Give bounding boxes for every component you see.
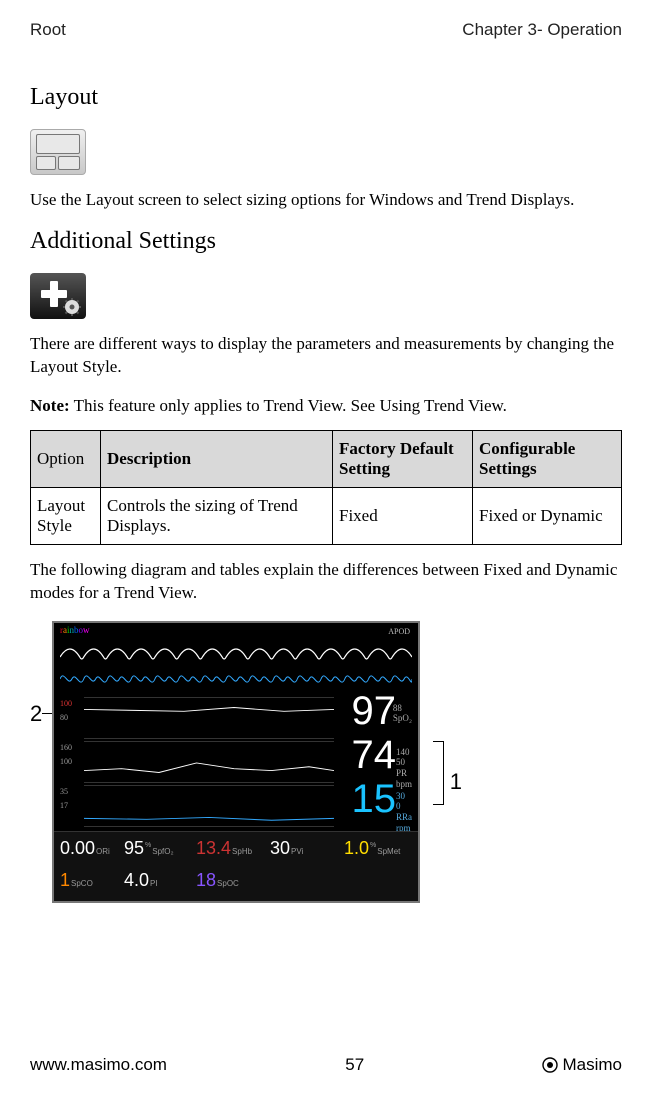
rra-value: 15 (340, 777, 396, 822)
mini-pvi: 30PVi (264, 832, 330, 902)
apod-label: APOD (388, 627, 410, 636)
hdr-left: Root (30, 20, 66, 40)
th-description: Description (101, 430, 333, 487)
mini-sphb-spoc: 13.4SpHb 18SpOC (190, 832, 256, 902)
section-title-layout: Layout (30, 84, 622, 111)
callout-1: 1 (450, 769, 462, 795)
page-header: Root Chapter 3- Operation (30, 20, 622, 40)
spo2-unit: 88SpO₂ (393, 703, 412, 725)
rainbow-logo: rainbow (60, 625, 90, 635)
masimo-logo-icon (542, 1057, 558, 1073)
callout-2: 2 (30, 701, 42, 727)
diagram-intro: The following diagram and tables explain… (30, 559, 622, 605)
note-line: Note: This feature only applies to Trend… (30, 395, 622, 418)
footer-brand: Masimo (542, 1055, 622, 1075)
footer-url: www.masimo.com (30, 1055, 167, 1075)
layout-icon (30, 129, 86, 175)
th-option: Option (31, 430, 101, 487)
table-header-row: Option Description Factory Default Setti… (31, 430, 622, 487)
table-row: Layout Style Controls the sizing of Tren… (31, 487, 622, 544)
pr-value: 74 (340, 733, 396, 778)
mini-spmet: 1.0%SpMet (338, 832, 410, 902)
td-default: Fixed (333, 487, 473, 544)
additional-description: There are different ways to display the … (30, 333, 622, 379)
trend-screenshot: rainbow APOD 10080 97 88SpO₂ 160100 74 1… (52, 621, 420, 903)
trend-row-rra: 3517 15 30 0RRa rpm (60, 785, 412, 827)
settings-plus-icon (30, 273, 86, 319)
pr-unit: 140 50PR bpm (396, 747, 412, 790)
footer-page: 57 (345, 1055, 364, 1075)
td-configurable: Fixed or Dynamic (473, 487, 622, 544)
th-default: Factory Default Setting (333, 430, 473, 487)
trend-diagram: 2 rainbow APOD 10080 97 88SpO₂ 160100 (30, 621, 462, 903)
waveform-row (60, 639, 412, 691)
options-table: Option Description Factory Default Setti… (30, 430, 622, 545)
note-text: This feature only applies to Trend View.… (70, 396, 507, 415)
td-option: Layout Style (31, 487, 101, 544)
td-description: Controls the sizing of Trend Displays. (101, 487, 333, 544)
rra-unit: 30 0RRa rpm (396, 791, 412, 834)
layout-description: Use the Layout screen to select sizing o… (30, 189, 622, 212)
section-title-additional: Additional Settings (30, 228, 622, 255)
mini-readings-row: 0.00ORi 1SpCO 95%SpfO₂ 4.0PI 13.4SpHb 18… (54, 831, 418, 901)
hdr-right: Chapter 3- Operation (462, 20, 622, 40)
page-footer: www.masimo.com 57 Masimo (30, 1055, 622, 1075)
mini-spfo2-pi: 95%SpfO₂ 4.0PI (118, 832, 184, 902)
note-label: Note: (30, 396, 70, 415)
mini-ori-spco: 0.00ORi 1SpCO (54, 832, 114, 902)
spo2-value: 97 (340, 689, 396, 734)
th-configurable: Configurable Settings (473, 430, 622, 487)
callout-1-bracket (422, 741, 444, 805)
